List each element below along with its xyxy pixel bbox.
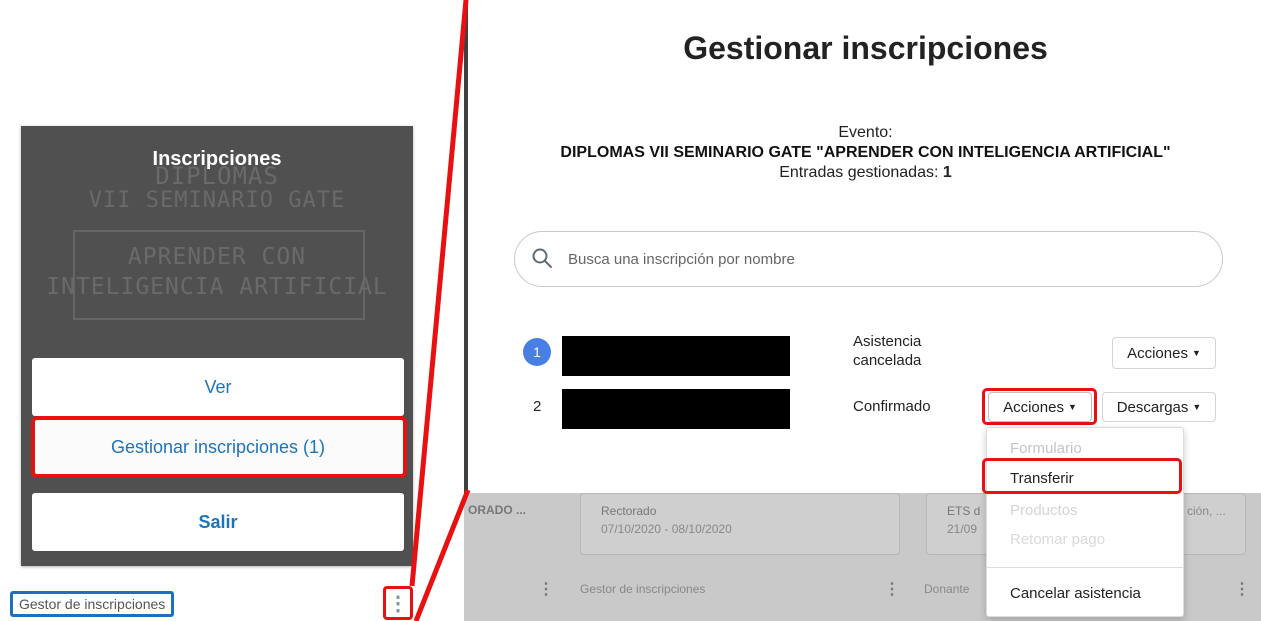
callout-line-top bbox=[409, 0, 469, 587]
callout-lines bbox=[409, 0, 471, 621]
callout-line-bottom bbox=[413, 489, 471, 621]
